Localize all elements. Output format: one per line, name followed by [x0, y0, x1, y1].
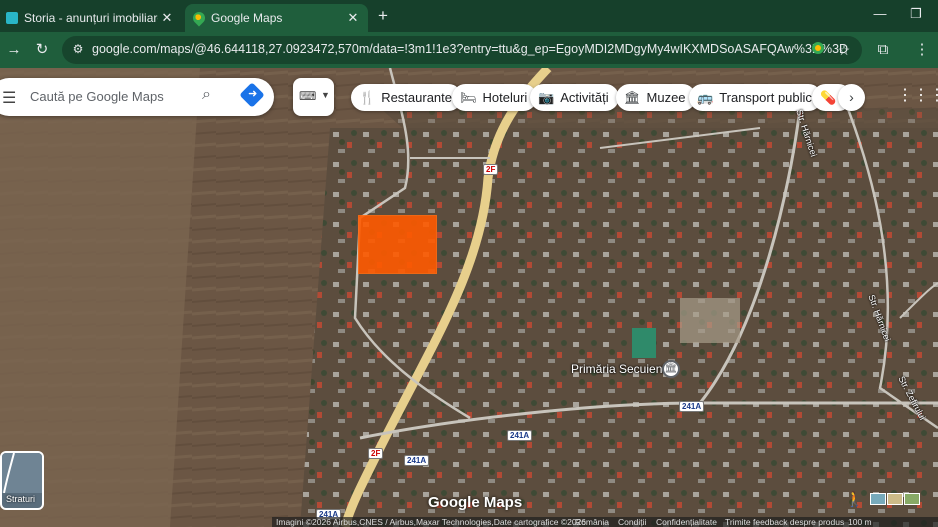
road-shield: 241A	[507, 430, 533, 441]
road-shield: 241A	[679, 401, 705, 412]
town-hall-poi-icon[interactable]: 🏛	[662, 360, 680, 378]
satellite-imagery	[0, 68, 938, 527]
chip-label: Activități	[560, 90, 609, 105]
storia-favicon-icon	[6, 12, 18, 24]
chip-hoteluri[interactable]: 🛏 Hoteluri	[452, 84, 538, 111]
layers-button[interactable]: Straturi	[0, 451, 44, 510]
tab-strip: Storia - anunțuri imobiliare pen ✕ Googl…	[0, 0, 938, 32]
chip-transport-public[interactable]: 🚌 Transport public	[689, 84, 822, 111]
chip-muzee[interactable]: 🏛 Muzee	[616, 84, 696, 111]
tile-icon[interactable]	[887, 493, 903, 505]
chip-label: Transport public	[719, 90, 812, 105]
search-icon[interactable]: ⌕	[202, 86, 211, 104]
browser-toolbar: → ↻ ⚙ google.com/maps/@46.644118,27.0923…	[0, 32, 938, 68]
fork-knife-icon: 🍴	[359, 89, 376, 105]
bookmark-star-icon[interactable]: ☆	[834, 40, 854, 60]
restore-button[interactable]: ❐	[906, 6, 926, 22]
tile-icon[interactable]	[870, 493, 886, 505]
chip-restaurante[interactable]: 🍴 Restaurante	[351, 84, 463, 111]
apps-grid-icon[interactable]: ⋮⋮⋮	[897, 85, 938, 105]
road-shield: 2F	[368, 448, 384, 459]
input-tools-button[interactable]: ⌨ ▼	[293, 78, 334, 116]
imagery-tiles[interactable]	[870, 492, 924, 508]
chips-next-button[interactable]: ›	[838, 84, 865, 111]
site-settings-icon[interactable]: ⚙	[70, 41, 86, 57]
menu-icon[interactable]: ☰	[2, 88, 16, 108]
pharmacy-icon: 💊	[820, 89, 837, 105]
bed-icon: 🛏	[460, 89, 477, 105]
new-tab-button[interactable]: +	[374, 7, 392, 25]
road-shield: 241A	[404, 455, 430, 466]
road-shield: 2F	[483, 164, 499, 175]
highlighted-parcel	[358, 215, 437, 274]
tab-title: Storia - anunțuri imobiliare pen	[24, 11, 158, 25]
address-bar[interactable]: ⚙ google.com/maps/@46.644118,27.0923472,…	[62, 36, 862, 64]
chip-activitati[interactable]: 📷 Activități	[530, 84, 619, 111]
layers-label: Straturi	[6, 494, 36, 504]
minimize-button[interactable]: —	[870, 6, 890, 21]
dropdown-arrow-icon: ▼	[321, 90, 330, 100]
scale-label[interactable]: 100 m	[848, 517, 872, 527]
tile-icon[interactable]	[904, 493, 920, 505]
close-tab-icon[interactable]: ✕	[158, 10, 176, 26]
keyboard-icon: ⌨	[299, 89, 317, 103]
url-text[interactable]: google.com/maps/@46.644118,27.0923472,57…	[92, 42, 848, 56]
museum-icon: 🏛	[624, 89, 641, 105]
imagery-attribution: Imagini ©2026 Airbus,CNES / Airbus,Maxar…	[276, 517, 587, 527]
google-lens-icon[interactable]	[808, 40, 828, 60]
reload-icon[interactable]: ↻	[32, 40, 52, 60]
feedback-link[interactable]: Trimite feedback despre produs	[725, 517, 844, 527]
pegman-icon[interactable]: 🚶	[845, 490, 864, 510]
tab-google-maps[interactable]: Google Maps ✕	[185, 4, 368, 32]
place-label-primaria[interactable]: Primăria Secuieni	[571, 362, 665, 376]
privacy-link[interactable]: Confidențialitate	[656, 517, 717, 527]
tab-storia[interactable]: Storia - anunțuri imobiliare pen ✕	[0, 4, 182, 32]
close-tab-icon[interactable]: ✕	[344, 10, 362, 26]
map-canvas[interactable]: ☰ Caută pe Google Maps ⌕ ➜ ⌨ ▼ 🍴 Restaur…	[0, 68, 938, 527]
map-footer: Imagini ©2026 Airbus,CNES / Airbus,Maxar…	[272, 517, 938, 527]
maps-favicon-icon	[190, 9, 208, 27]
search-input[interactable]: Caută pe Google Maps	[30, 89, 164, 104]
country-link[interactable]: România	[575, 517, 609, 527]
profile-menu-icon[interactable]: ⋮	[912, 40, 932, 60]
layers-thumbnail	[2, 453, 42, 494]
google-maps-logo: Google Maps	[428, 494, 523, 511]
camera-icon: 📷	[538, 89, 555, 105]
chip-label: Muzee	[646, 90, 686, 105]
chip-label: Hoteluri	[482, 90, 528, 105]
bus-icon: 🚌	[697, 89, 714, 105]
extensions-icon[interactable]: ⧉	[873, 40, 893, 60]
maps-search-box[interactable]: ☰ Caută pe Google Maps ⌕ ➜	[0, 78, 274, 116]
forward-icon[interactable]: →	[4, 40, 24, 60]
chip-label: Restaurante	[381, 90, 453, 105]
tab-title: Google Maps	[211, 11, 283, 25]
directions-icon[interactable]: ➜	[239, 82, 265, 108]
terms-link[interactable]: Condiții	[618, 517, 646, 527]
